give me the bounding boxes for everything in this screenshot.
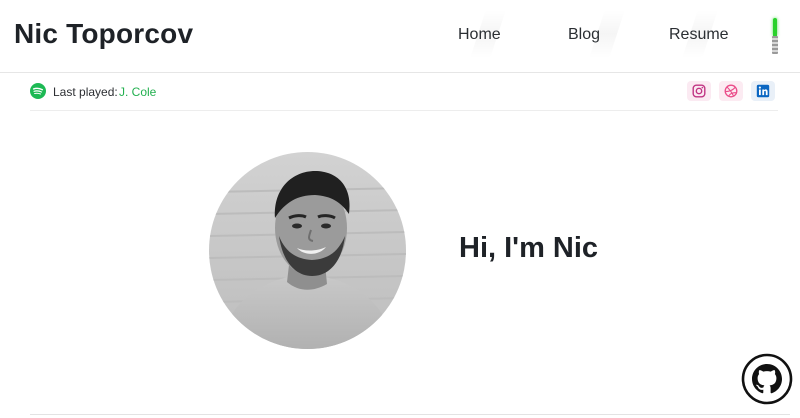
nav-blog-link[interactable]: Blog (568, 26, 600, 44)
spotify-icon (30, 83, 46, 99)
github-link[interactable] (741, 353, 793, 405)
instagram-link[interactable] (687, 81, 711, 101)
section-divider (30, 414, 790, 415)
github-icon (741, 353, 793, 405)
lightsaber-theme-toggle[interactable] (771, 18, 779, 56)
dribbble-icon (724, 84, 738, 98)
profile-avatar (209, 152, 406, 349)
dribbble-link[interactable] (719, 81, 743, 101)
profile-photo (209, 152, 406, 349)
linkedin-icon (756, 84, 770, 98)
page: Nic Toporcov Home Blog Resume Last playe… (0, 0, 800, 418)
now-playing-bar: Last played: J. Cole (30, 73, 778, 111)
linkedin-link[interactable] (751, 81, 775, 101)
last-played-label: Last played: (53, 85, 118, 99)
site-header: Nic Toporcov Home Blog Resume (0, 0, 800, 73)
instagram-icon (692, 84, 706, 98)
main-nav: Home Blog Resume (0, 0, 800, 72)
nav-resume-link[interactable]: Resume (669, 26, 729, 44)
hero-heading: Hi, I'm Nic (459, 232, 599, 264)
last-played-artist-link[interactable]: J. Cole (119, 85, 156, 99)
lightsaber-blade (773, 18, 777, 36)
nav-home-link[interactable]: Home (458, 26, 501, 44)
lightsaber-hilt (772, 36, 778, 54)
